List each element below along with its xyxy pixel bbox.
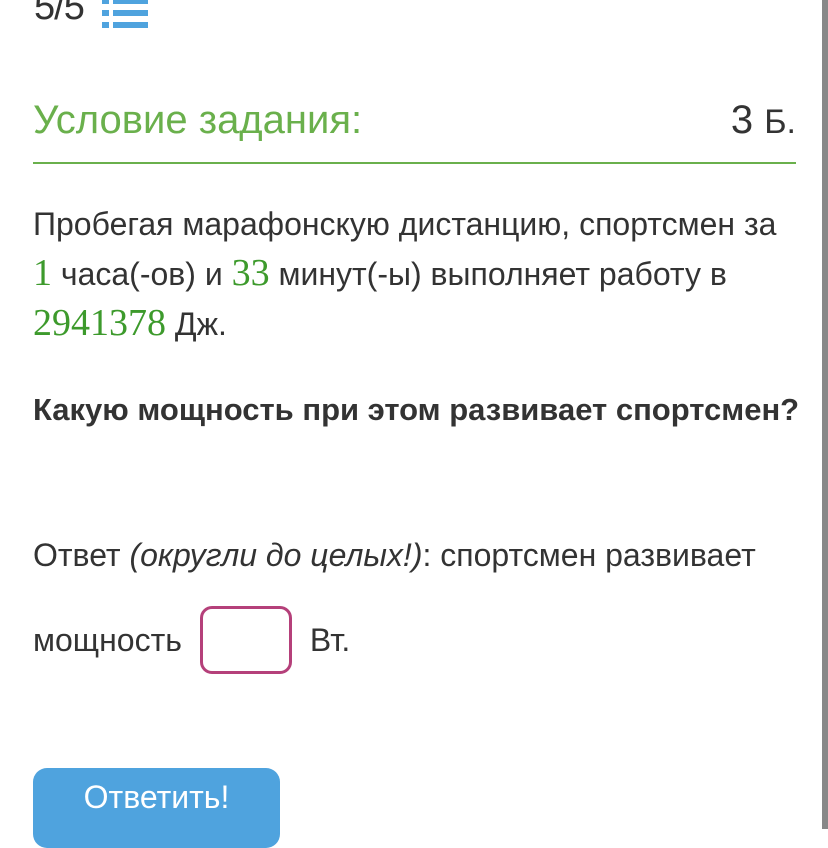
answer-row: мощность Вт. — [33, 603, 350, 677]
scrollbar[interactable] — [822, 0, 828, 829]
points-unit: Б. — [764, 103, 796, 141]
answer-hint: (округли до целых!) — [129, 537, 423, 573]
points-value: 3 — [730, 98, 754, 142]
statement-text-2: часа(-ов) и — [52, 256, 232, 292]
statement-text-1: Пробегая марафонскую дистанцию, спортсме… — [33, 206, 777, 242]
task-counter-text: 5/5 — [34, 0, 85, 28]
answer-unit: Вт. — [309, 621, 351, 658]
statement-text-3: минут(-ы) выполняет работу в — [269, 256, 727, 292]
submit-button[interactable]: Ответить! — [33, 768, 280, 848]
task-question: Какую мощность при этом развивает спортс… — [33, 392, 800, 427]
minutes-value: 33 — [231, 252, 270, 294]
heading-title: Условие задания: — [33, 98, 363, 142]
answer-label: мощность — [33, 621, 182, 658]
answer-input[interactable] — [199, 606, 292, 674]
hours-value: 1 — [33, 252, 52, 294]
answer-prefix: Ответ — [33, 537, 130, 573]
answer-prompt: Ответ (округли до целых!): спортсмен раз… — [33, 537, 813, 574]
work-value: 2941378 — [33, 302, 166, 344]
task-counter: 5/5 — [34, 0, 148, 29]
task-heading: Условие задания: 3 Б. — [33, 98, 796, 164]
statement-text-4: Дж. — [166, 306, 227, 342]
task-statement: Пробегая марафонскую дистанцию, спортсме… — [33, 200, 793, 349]
task-points: 3 Б. — [731, 98, 796, 143]
answer-suffix: : спортсмен развивает — [422, 537, 756, 573]
list-icon[interactable] — [101, 0, 148, 28]
